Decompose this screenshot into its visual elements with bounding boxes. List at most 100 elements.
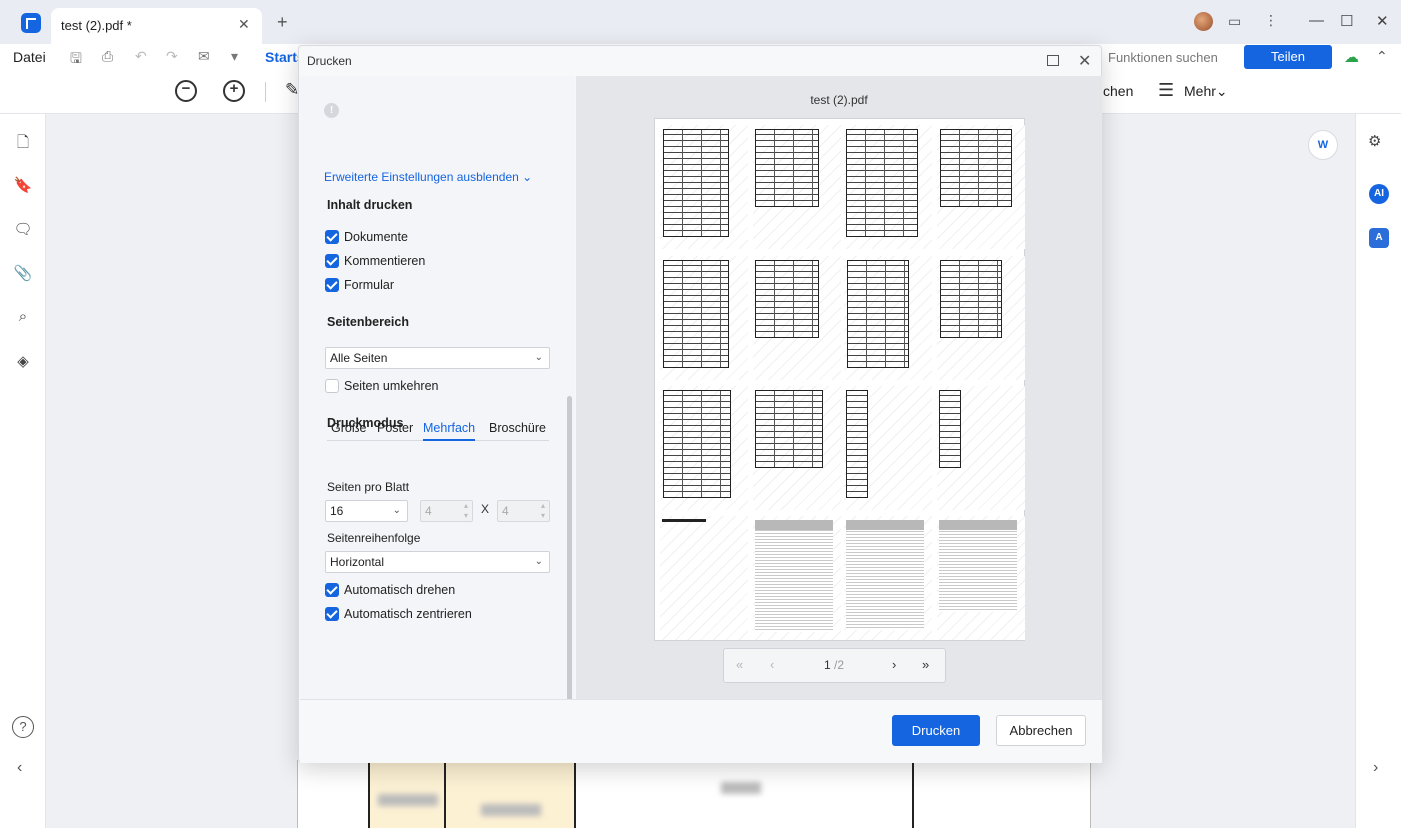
tab-multiple[interactable]: Mehrfach (423, 421, 476, 441)
checkbox-auto-center[interactable]: Automatisch zentrieren (325, 606, 472, 622)
minimize-icon[interactable]: — (1309, 12, 1324, 29)
columns-stepper[interactable]: 4 ▴ ▾ (420, 500, 473, 522)
prev-page-icon[interactable]: ‹ (770, 657, 774, 672)
share-button[interactable]: Teilen (1244, 45, 1332, 69)
help-icon[interactable]: ? (12, 716, 34, 738)
preview-filename: test (2).pdf (810, 93, 868, 107)
next-page-icon[interactable]: › (892, 657, 896, 672)
tab-poster[interactable]: Poster (377, 421, 413, 435)
user-avatar[interactable] (1194, 12, 1213, 31)
cloud-sync-icon[interactable]: ☁ (1344, 48, 1359, 66)
search-icon[interactable]: ⌕ (13, 308, 33, 325)
page-icon[interactable]: 🗋 (13, 132, 33, 157)
dropdown-icon[interactable]: ▾ (231, 48, 238, 65)
dialog-close-icon[interactable]: ✕ (1078, 51, 1091, 71)
columns-value: 4 (425, 504, 432, 518)
redo-icon[interactable]: ↷ (166, 48, 178, 65)
convert-to-word-icon[interactable]: W (1308, 130, 1338, 160)
save-icon[interactable]: 🖫 (70, 48, 82, 72)
maximize-icon[interactable]: ☐ (1340, 12, 1353, 30)
zoom-out-icon[interactable]: − (175, 80, 197, 102)
chevron-right-icon[interactable]: › (1373, 759, 1378, 777)
print-button[interactable]: Drucken (892, 715, 980, 746)
collapse-ribbon-icon[interactable]: ⌃ (1376, 48, 1388, 65)
first-page-icon[interactable]: « (736, 657, 743, 672)
checkbox-forms[interactable]: Formular (325, 277, 394, 293)
print-preview-pane: test (2).pdf « ‹ 1 /2 › » (576, 76, 1102, 699)
feature-search-input[interactable]: Funktionen suchen (1108, 50, 1218, 65)
tab-booklet[interactable]: Broschüre (489, 421, 546, 435)
document-tab[interactable]: test (2).pdf * ✕ (51, 8, 262, 44)
cancel-button[interactable]: Abbrechen (996, 715, 1086, 746)
chevron-left-icon[interactable]: ‹ (17, 759, 22, 777)
page-thumbnail (753, 125, 841, 249)
tab-size[interactable]: Größe (331, 421, 366, 435)
checkbox-box[interactable] (325, 583, 339, 597)
comment-icon[interactable]: 🗨 (13, 220, 33, 238)
chevron-down-icon: ⌄ (392, 505, 401, 516)
feedback-icon[interactable]: ▭ (1228, 13, 1241, 30)
close-window-icon[interactable]: ✕ (1376, 12, 1389, 30)
page-thumbnail (937, 516, 1025, 640)
pages-per-sheet-select[interactable]: 16 ⌄ (325, 500, 408, 522)
last-page-icon[interactable]: » (922, 657, 929, 672)
undo-icon[interactable]: ↶ (135, 48, 147, 65)
document-page (297, 760, 1091, 828)
bookmark-icon[interactable]: 🔖 (13, 176, 33, 194)
checkbox-auto-rotate[interactable]: Automatisch drehen (325, 582, 455, 598)
settings-scrollbar[interactable] (567, 396, 572, 706)
preview-sheet (654, 118, 1025, 641)
app-logo-icon[interactable] (21, 13, 41, 33)
total-pages: /2 (834, 658, 845, 672)
rows-value: 4 (502, 504, 509, 518)
right-sidebar: ⚙ AI A › (1355, 114, 1401, 828)
page-order-select[interactable]: Horizontal ⌄ (325, 551, 550, 573)
current-page: 1 (824, 658, 831, 672)
checkbox-box[interactable] (325, 607, 339, 621)
page-order-label: Seitenreihenfolge (327, 531, 421, 545)
checkbox-box[interactable] (325, 254, 339, 268)
info-icon[interactable]: ! (324, 103, 339, 118)
checkbox-reverse-pages[interactable]: Seiten umkehren (325, 378, 439, 394)
print-dialog: Drucken ✕ ! Erweiterte Einstellungen aus… (298, 45, 1102, 763)
page-range-heading: Seitenbereich (327, 315, 409, 329)
attachment-icon[interactable]: 📎 (13, 264, 33, 282)
more-options-icon[interactable]: ⋮ (1264, 12, 1278, 29)
page-range-select[interactable]: Alle Seiten ⌄ (325, 347, 550, 369)
checkbox-label: Dokumente (344, 230, 408, 244)
print-icon[interactable]: ⎙ (102, 48, 113, 65)
file-menu[interactable]: Datei (13, 49, 46, 65)
search-tool-label[interactable]: chen (1103, 83, 1133, 99)
rows-stepper[interactable]: 4 ▴ ▾ (497, 500, 550, 522)
checkbox-label: Seiten umkehren (344, 379, 439, 393)
layers-icon[interactable]: ◈ (13, 352, 33, 370)
ai-icon[interactable]: AI (1369, 184, 1389, 204)
page-thumbnail (937, 386, 1025, 510)
zoom-in-icon[interactable]: + (223, 80, 245, 102)
checkbox-box[interactable] (325, 230, 339, 244)
stepper-arrows-icon: ▴ ▾ (463, 501, 468, 520)
advanced-settings-toggle[interactable]: Erweiterte Einstellungen ausblenden ⌄ (324, 170, 532, 184)
page-thumbnail (937, 125, 1025, 249)
blurred-text (481, 804, 541, 816)
checkbox-box[interactable] (325, 278, 339, 292)
dialog-maximize-icon[interactable] (1047, 55, 1059, 66)
mail-icon[interactable]: ✉ (198, 48, 210, 65)
doc-cell (576, 760, 914, 828)
title-bar: test (2).pdf * ✕ + ▭ ⋮ — ☐ ✕ (0, 0, 1401, 44)
new-tab-icon[interactable]: + (277, 12, 288, 33)
checkbox-label: Automatisch drehen (344, 583, 456, 597)
tab-close-icon[interactable]: ✕ (238, 16, 250, 33)
checkbox-label: Kommentieren (344, 254, 426, 268)
page-thumbnail (660, 125, 748, 249)
checkbox-documents[interactable]: Dokumente (325, 229, 408, 245)
translate-icon[interactable]: A (1369, 228, 1389, 248)
more-button[interactable]: Mehr⌄ (1184, 83, 1228, 100)
sliders-icon[interactable]: ⚙ (1368, 132, 1381, 150)
doc-cell (446, 760, 576, 828)
checkbox-box[interactable] (325, 379, 339, 393)
page-indicator[interactable]: 1 /2 (824, 658, 844, 672)
page-thumbnail (937, 256, 1025, 380)
checkbox-comments[interactable]: Kommentieren (325, 253, 425, 269)
more-menu-icon[interactable]: ☰ (1158, 80, 1174, 101)
